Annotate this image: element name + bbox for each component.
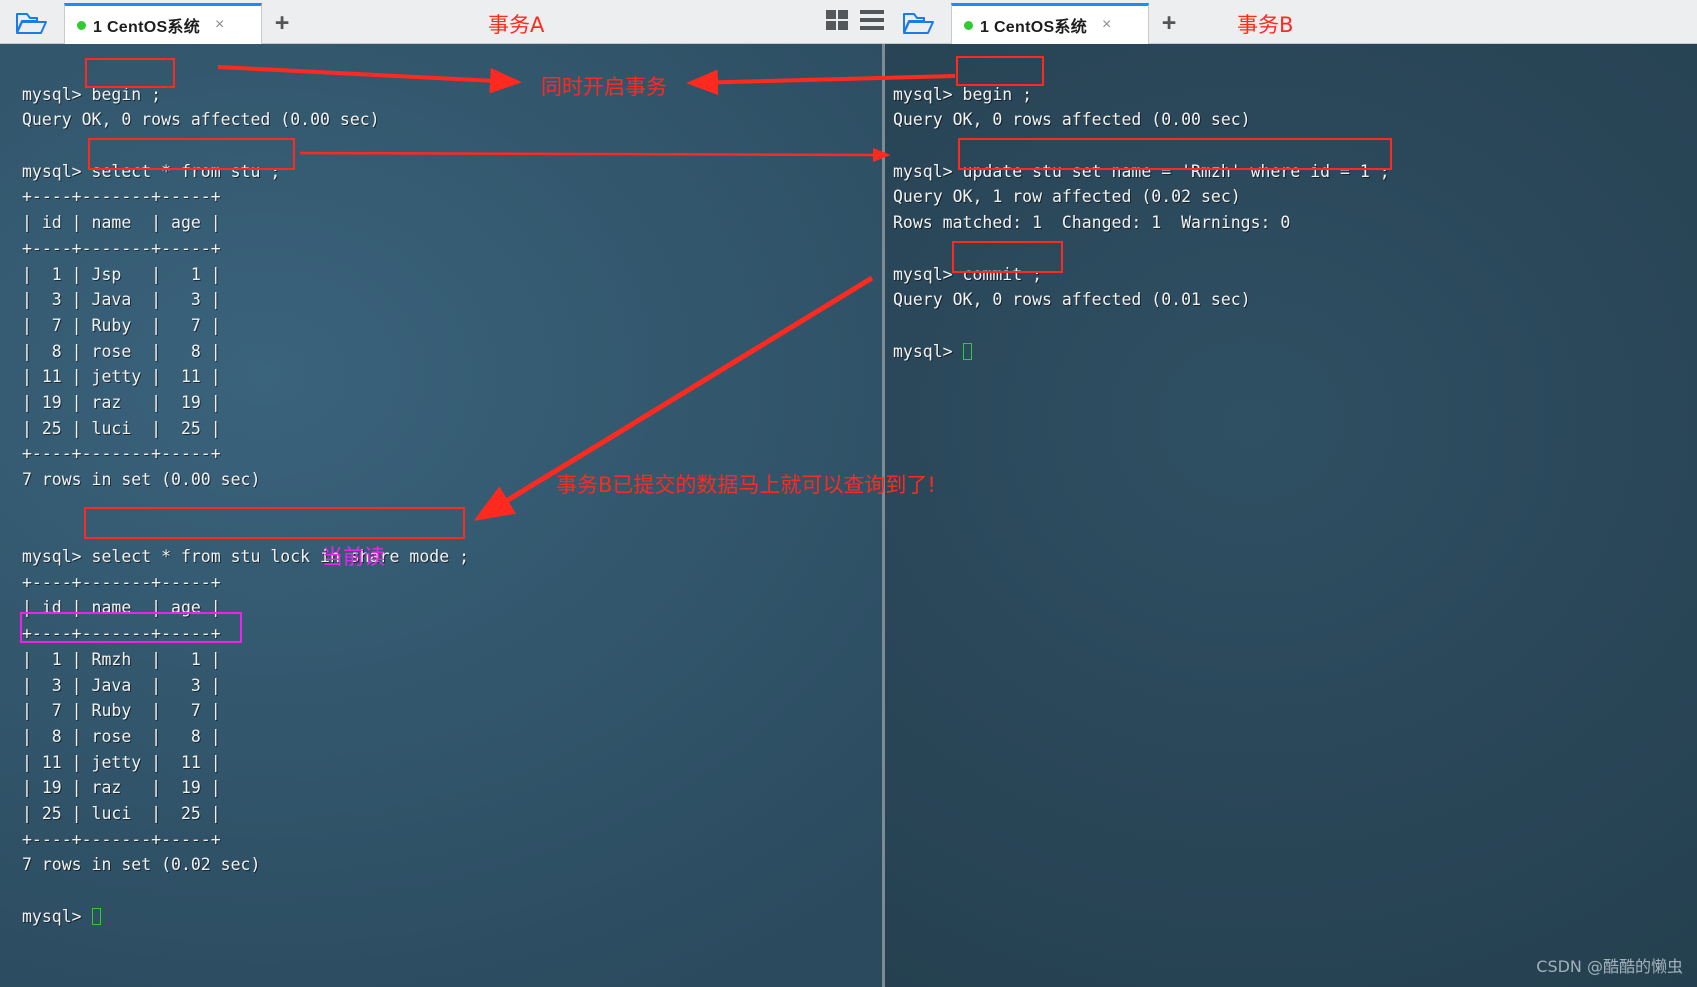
terminal-line: Rows matched: 1 Changed: 1 Warnings: 0 [893, 210, 1390, 236]
terminal-line: | 25 | luci | 25 | [22, 416, 469, 442]
terminal-text-right: mysql> begin ;Query OK, 0 rows affected … [893, 56, 1390, 416]
annotation-begin-both: 同时开启事务 [541, 71, 667, 101]
terminal-line: Query OK, 1 row affected (0.02 sec) [893, 184, 1390, 210]
new-tab-button[interactable]: + [1153, 8, 1185, 38]
folder-open-icon[interactable] [4, 3, 60, 43]
terminal-line: mysql> select * from stu ; [22, 159, 469, 185]
terminal-line-blank [22, 878, 469, 904]
terminal-line: 7 rows in set (0.02 sec) [22, 852, 469, 878]
terminal-pane-transaction-b[interactable]: mysql> begin ;Query OK, 0 rows affected … [885, 44, 1697, 987]
terminal-prompt-line: mysql> [22, 904, 469, 930]
terminal-line-blank [893, 133, 1390, 159]
folder-open-icon[interactable] [891, 3, 947, 43]
close-icon[interactable]: × [215, 17, 224, 33]
terminal-line: | 3 | Java | 3 | [22, 673, 469, 699]
watermark: CSDN @酷酷的懒虫 [1536, 953, 1683, 977]
terminal-line: +----+-------+-----+ [22, 236, 469, 262]
tab-title: 1 CentOS系统 [93, 13, 200, 37]
terminal-line: mysql> commit ; [893, 262, 1390, 288]
view-mode-controls [825, 9, 885, 32]
terminal-line: | 11 | jetty | 11 | [22, 364, 469, 390]
terminal-line: | 8 | rose | 8 | [22, 724, 469, 750]
terminal-line: | 8 | rose | 8 | [22, 339, 469, 365]
terminal-line: | 1 | Jsp | 1 | [22, 262, 469, 288]
terminal-line: +----+-------+-----+ [22, 570, 469, 596]
terminal-line: mysql> begin ; [22, 82, 469, 108]
terminal-line: | 3 | Java | 3 | [22, 287, 469, 313]
annotation-current-read: 当前读 [322, 541, 385, 571]
new-tab-button[interactable]: + [266, 8, 298, 38]
terminal-line: mysql> update stu set name = 'Rmzh' wher… [893, 159, 1390, 185]
close-icon[interactable]: × [1102, 17, 1111, 33]
terminal-line: mysql> begin ; [893, 82, 1390, 108]
terminal-line: mysql> select * from stu lock in share m… [22, 544, 469, 570]
tab-centos-left[interactable]: 1 CentOS系统 × [64, 3, 262, 44]
terminal-prompt: mysql> [22, 907, 92, 926]
grid-view-icon[interactable] [825, 9, 850, 32]
tab-status-dot [77, 21, 86, 30]
terminal-pane-transaction-a[interactable]: mysql> begin ;Query OK, 0 rows affected … [0, 44, 885, 987]
terminal-line: | 7 | Ruby | 7 | [22, 313, 469, 339]
left-tabbar: 1 CentOS系统 × + [0, 0, 885, 44]
terminal-line-blank [22, 518, 469, 544]
terminal-text-left: mysql> begin ;Query OK, 0 rows affected … [22, 56, 469, 981]
terminal-cursor [92, 908, 101, 925]
terminal-line: | 19 | raz | 19 | [22, 390, 469, 416]
terminal-line: | 1 | Rmzh | 1 | [22, 647, 469, 673]
terminal-line: Query OK, 0 rows affected (0.00 sec) [22, 107, 469, 133]
terminal-line: +----+-------+-----+ [22, 621, 469, 647]
terminal-line: | id | name | age | [22, 210, 469, 236]
annotation-transaction-a: 事务A [488, 9, 544, 39]
terminal-prompt-line: mysql> [893, 339, 1390, 365]
terminal-line: | 7 | Ruby | 7 | [22, 698, 469, 724]
terminal-line: +----+-------+-----+ [22, 827, 469, 853]
terminal-line: +----+-------+-----+ [22, 184, 469, 210]
terminal-line-blank [22, 493, 469, 519]
terminal-line: +----+-------+-----+ [22, 441, 469, 467]
terminal-line: Query OK, 0 rows affected (0.01 sec) [893, 287, 1390, 313]
annotation-transaction-b: 事务B [1237, 9, 1293, 39]
tab-title: 1 CentOS系统 [980, 13, 1087, 37]
tab-centos-right[interactable]: 1 CentOS系统 × [951, 3, 1149, 44]
terminal-line-blank [893, 236, 1390, 262]
screenshot-root: 1 CentOS系统 × + 1 CentOS [0, 0, 1697, 987]
terminal-line-blank [893, 313, 1390, 339]
tab-status-dot [964, 21, 973, 30]
terminal-cursor [963, 343, 972, 360]
list-view-icon[interactable] [859, 9, 885, 32]
terminal-line: 7 rows in set (0.00 sec) [22, 467, 469, 493]
terminal-line-blank [22, 133, 469, 159]
terminal-line: | id | name | age | [22, 595, 469, 621]
terminal-prompt: mysql> [893, 342, 963, 361]
terminal-line: | 11 | jetty | 11 | [22, 750, 469, 776]
terminal-line: | 19 | raz | 19 | [22, 775, 469, 801]
terminal-line: Query OK, 0 rows affected (0.00 sec) [893, 107, 1390, 133]
terminal-line: | 25 | luci | 25 | [22, 801, 469, 827]
annotation-committed-visible: 事务B已提交的数据马上就可以查询到了! [556, 469, 936, 499]
